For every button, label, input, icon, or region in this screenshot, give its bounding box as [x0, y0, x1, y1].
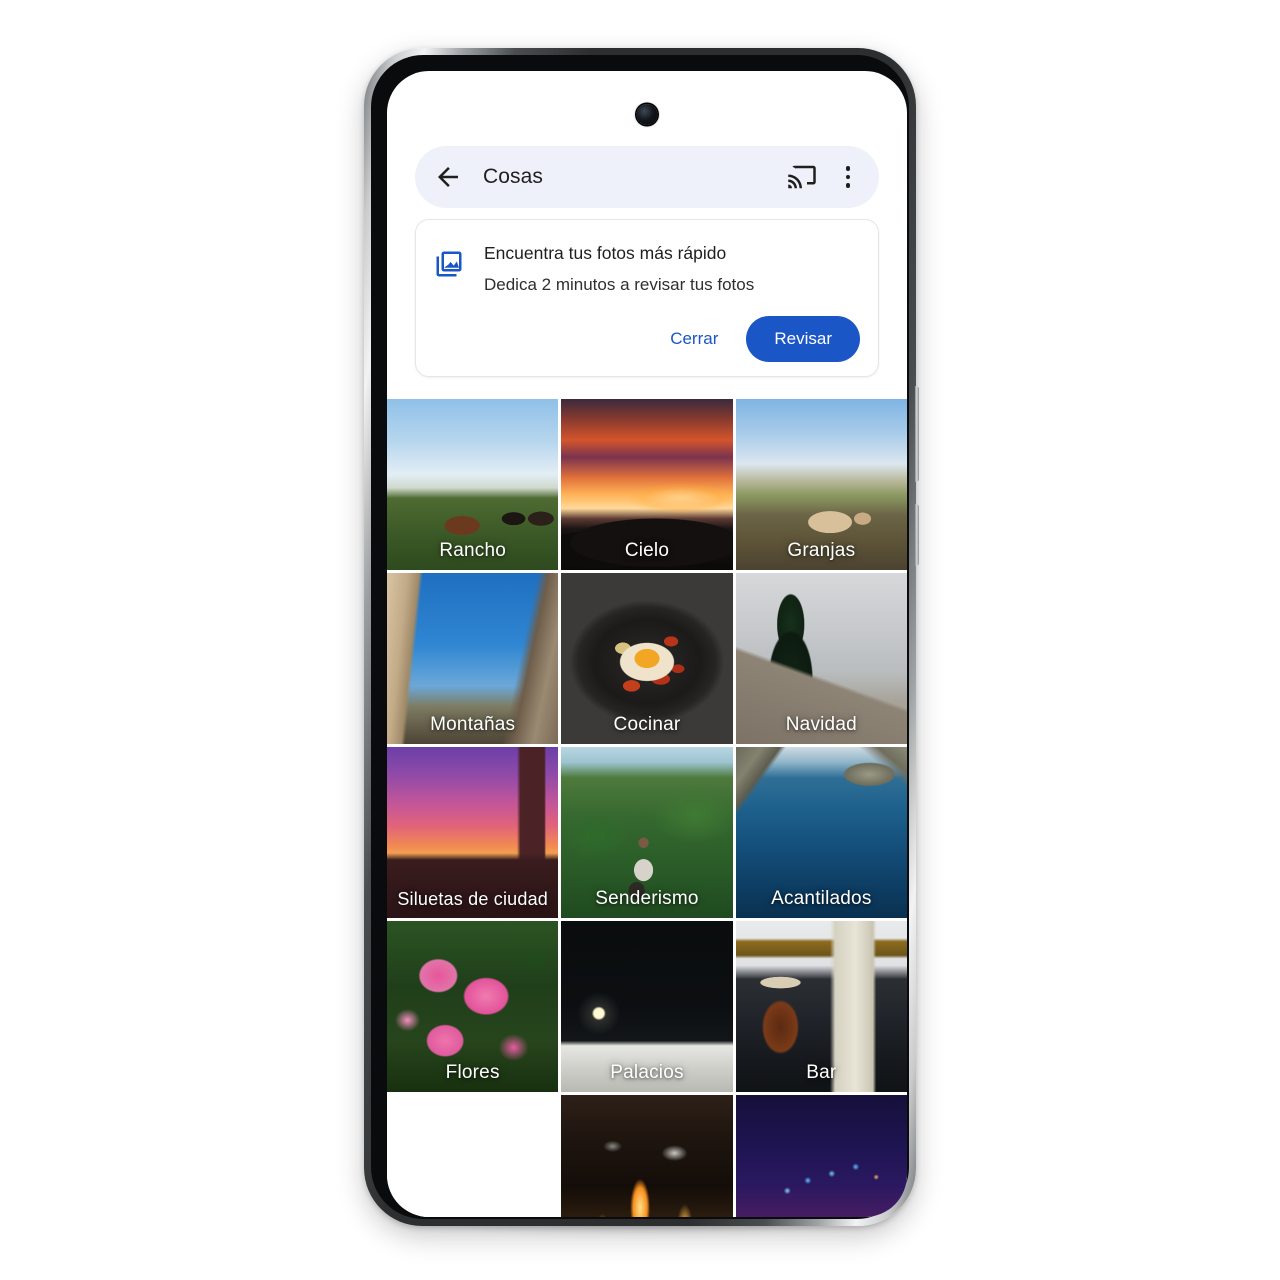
back-arrow-icon[interactable]	[433, 162, 463, 192]
grid-tile-concierto[interactable]	[735, 1095, 907, 1217]
grid-tile-montanas[interactable]: Montañas	[387, 573, 559, 744]
photo-thumbnail	[387, 1095, 558, 1217]
tile-label: Granjas	[787, 540, 856, 561]
tile-label: Acantilados	[771, 888, 872, 909]
phone-screen: Cosas Encuentra tus fotos más rápido Ded…	[387, 71, 907, 1217]
dismiss-button[interactable]: Cerrar	[652, 319, 736, 359]
photo-library-icon	[436, 251, 462, 277]
promo-card-title: Encuentra tus fotos más rápido	[484, 243, 727, 263]
more-vert-icon[interactable]	[835, 162, 861, 192]
grid-tile-cielo[interactable]: Cielo	[561, 399, 733, 570]
grid-tile-hoguera-1[interactable]	[387, 1095, 558, 1217]
photo-category-grid: Rancho Cielo Granjas Montañas Cocinar Navidad…	[387, 399, 907, 1217]
phone-device-frame: Cosas Encuentra tus fotos más rápido Ded…	[364, 48, 919, 1226]
grid-tile-rancho[interactable]: Rancho	[387, 399, 559, 570]
tile-label: Palacios	[610, 1062, 684, 1083]
grid-tile-flores[interactable]: Flores	[387, 921, 559, 1092]
review-button[interactable]: Revisar	[746, 316, 860, 362]
grid-tile-hoguera-2[interactable]	[561, 1095, 733, 1217]
grid-tile-cocinar[interactable]: Cocinar	[561, 573, 733, 744]
tile-label: Cielo	[624, 540, 670, 561]
grid-tile-acantilados[interactable]: Acantilados	[735, 747, 907, 918]
grid-tile-palacios[interactable]: Palacios	[561, 921, 733, 1092]
screenshot-stage: Cosas Encuentra tus fotos más rápido Ded…	[0, 0, 1280, 1280]
grid-tile-senderismo[interactable]: Senderismo	[561, 747, 733, 918]
device-bezel: Cosas Encuentra tus fotos más rápido Ded…	[371, 55, 909, 1219]
promo-card-subtitle: Dedica 2 minutos a revisar tus fotos	[484, 274, 755, 294]
grid-tile-siluetas-de-ciudad[interactable]: Siluetas de ciudad	[387, 747, 559, 918]
grid-tile-granjas[interactable]: Granjas	[735, 399, 907, 570]
promo-card-body: Encuentra tus fotos más rápido Dedica 2 …	[416, 220, 878, 297]
page-title: Cosas	[483, 165, 544, 188]
tile-label: Cocinar	[613, 714, 681, 735]
menu-dot	[845, 174, 851, 180]
app-header-bar: Cosas	[415, 146, 879, 208]
power-button[interactable]	[915, 504, 919, 566]
menu-dot	[845, 183, 851, 188]
tile-label: Montañas	[430, 714, 516, 735]
photo-thumbnail	[561, 1095, 733, 1217]
cast-icon[interactable]	[787, 162, 817, 192]
grid-tile-navidad[interactable]: Navidad	[735, 573, 907, 744]
tile-label: Bar	[806, 1062, 837, 1083]
tile-label: Rancho	[439, 540, 507, 561]
photo-thumbnail	[735, 1095, 907, 1217]
grid-tile-bar[interactable]: Bar	[735, 921, 907, 1092]
tile-label: Flores	[445, 1062, 500, 1083]
promo-card: Encuentra tus fotos más rápido Dedica 2 …	[415, 219, 879, 377]
tile-label: Navidad	[785, 714, 857, 735]
promo-card-actions: Cerrar Revisar	[652, 316, 860, 362]
tile-label: Siluetas de ciudad	[397, 889, 549, 909]
front-camera-icon	[636, 104, 658, 125]
volume-rocker-button[interactable]	[915, 386, 919, 482]
tile-label: Senderismo	[595, 888, 699, 909]
promo-card-text-block: Encuentra tus fotos más rápido Dedica 2 …	[484, 242, 754, 297]
menu-dot	[845, 166, 851, 171]
